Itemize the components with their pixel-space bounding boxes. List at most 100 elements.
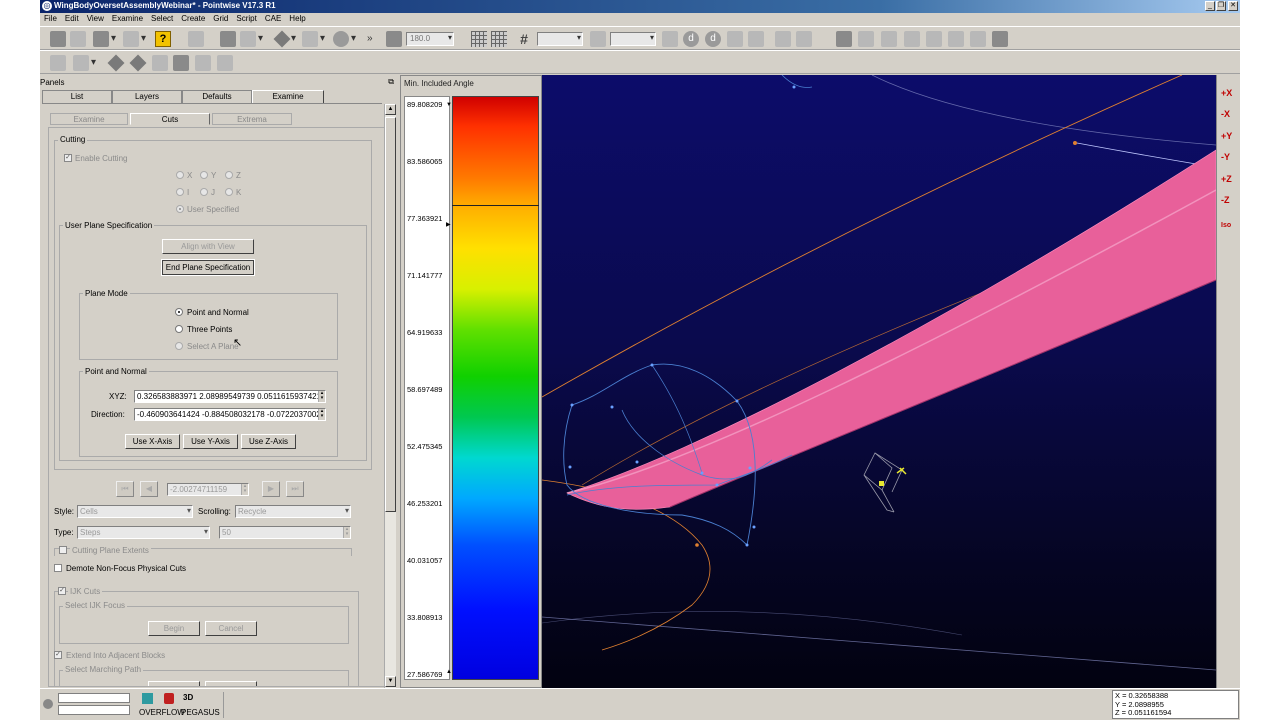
marching-cancel-button[interactable] xyxy=(205,681,257,686)
prev-step-button[interactable]: ◀ xyxy=(140,481,158,497)
create-curve-icon[interactable] xyxy=(220,31,236,47)
pegasus-solver-icon[interactable] xyxy=(164,693,174,704)
point-icon[interactable] xyxy=(107,54,125,72)
direction-spin-icon[interactable]: ▴ ▾ xyxy=(318,409,325,420)
scroll-thumb[interactable] xyxy=(385,117,396,512)
radio-z[interactable] xyxy=(225,171,233,179)
spline-icon[interactable] xyxy=(302,31,318,47)
view-minus-y-button[interactable]: -Y xyxy=(1220,149,1239,166)
solver-icon[interactable] xyxy=(195,55,211,71)
undo-dropdown-icon[interactable]: ▾ xyxy=(111,33,116,44)
size-combo[interactable] xyxy=(610,32,656,46)
cube-icon[interactable] xyxy=(858,31,874,47)
use-x-axis-button[interactable]: Use X-Axis xyxy=(125,434,180,449)
arrow-icon[interactable] xyxy=(970,31,986,47)
panel-scrollbar[interactable]: ▲ ▼ xyxy=(384,104,396,688)
subtab-examine[interactable]: Examine xyxy=(50,113,128,125)
link-icon[interactable] xyxy=(796,31,812,47)
menu-file[interactable]: File xyxy=(40,13,61,23)
view-plus-y-button[interactable]: +Y xyxy=(1220,128,1239,145)
view-iso-button[interactable]: Iso xyxy=(1220,217,1239,234)
menu-view[interactable]: View xyxy=(83,13,108,23)
dimension-3d-label[interactable]: 3D xyxy=(183,693,193,702)
arc-icon[interactable] xyxy=(73,55,89,71)
help-icon[interactable]: ? xyxy=(155,31,171,47)
scrolling-select[interactable]: Recycle xyxy=(235,505,351,518)
view-minus-z-button[interactable]: -Z xyxy=(1220,192,1239,209)
menu-select[interactable]: Select xyxy=(147,13,177,23)
step-value-field[interactable]: -2.00274711159 ▴ ▾ xyxy=(167,483,249,496)
domain-icon[interactable] xyxy=(152,55,168,71)
radio-select-a-plane[interactable] xyxy=(175,342,183,350)
subtab-cuts[interactable]: Cuts xyxy=(130,113,210,125)
angle-combo[interactable]: 180.0 xyxy=(406,32,454,46)
box-dropdown-icon[interactable]: ▾ xyxy=(258,33,263,44)
steps-spin-icon[interactable]: ▴ ▾ xyxy=(343,527,350,538)
cancel-button[interactable]: Cancel xyxy=(205,621,257,636)
radio-y[interactable] xyxy=(200,171,208,179)
mask-icon[interactable] xyxy=(836,31,852,47)
plus-icon[interactable] xyxy=(727,31,743,47)
sphere-dropdown-icon[interactable]: ▾ xyxy=(351,33,356,44)
eraser-icon[interactable] xyxy=(662,31,678,47)
grid-icon[interactable] xyxy=(471,31,487,47)
ijk-cuts-checkbox[interactable]: ✓ xyxy=(58,587,66,595)
use-y-axis-button[interactable]: Use Y-Axis xyxy=(183,434,238,449)
split-icon[interactable] xyxy=(904,31,920,47)
maximize-button[interactable]: ❐ xyxy=(1216,1,1226,11)
view-plus-z-button[interactable]: +Z xyxy=(1220,171,1239,188)
last-step-button[interactable]: ⏭ xyxy=(286,481,304,497)
redo-icon[interactable] xyxy=(123,31,139,47)
threshold-handle-icon[interactable]: ▶ xyxy=(446,221,451,228)
close-button[interactable]: ✕ xyxy=(1228,1,1238,11)
steps-field[interactable]: 50 ▴ ▾ xyxy=(219,526,351,539)
marching-begin-button[interactable] xyxy=(148,681,200,686)
line-icon[interactable] xyxy=(50,55,66,71)
align-with-view-button[interactable]: Align with View xyxy=(162,239,254,254)
menu-script[interactable]: Script xyxy=(232,13,260,23)
delete-icon[interactable] xyxy=(188,31,204,47)
xyz-spin-icon[interactable]: ▴ ▾ xyxy=(318,391,325,402)
threshold-marker[interactable] xyxy=(452,205,539,206)
mesh-icon[interactable] xyxy=(491,31,507,47)
cutting-plane-extents-checkbox[interactable] xyxy=(59,546,67,554)
subtab-extrema[interactable]: Extrema xyxy=(212,113,292,125)
demote-checkbox[interactable] xyxy=(54,564,62,572)
gizmo-handle[interactable] xyxy=(879,481,884,486)
view-minus-x-button[interactable]: -X xyxy=(1220,106,1239,123)
radio-x[interactable] xyxy=(176,171,184,179)
tab-examine[interactable]: Examine xyxy=(252,90,324,103)
begin-button[interactable]: Begin xyxy=(148,621,200,636)
scroll-up-icon[interactable]: ▲ xyxy=(385,104,396,115)
overflow-solver-icon[interactable] xyxy=(142,693,153,704)
tool-icon[interactable] xyxy=(748,31,764,47)
spacing-combo[interactable] xyxy=(537,32,583,46)
tab-list[interactable]: List xyxy=(42,90,112,103)
radio-point-and-normal[interactable] xyxy=(175,308,183,316)
step-spin-icon[interactable]: ▴ ▾ xyxy=(241,484,248,495)
pin-icon[interactable] xyxy=(775,31,791,47)
diamond-icon[interactable] xyxy=(273,30,291,48)
menu-cae[interactable]: CAE xyxy=(261,13,285,23)
more-tools-icon[interactable]: » xyxy=(367,33,373,44)
sphere-icon[interactable] xyxy=(333,31,349,47)
open-icon[interactable] xyxy=(70,31,86,47)
style-select[interactable]: Cells xyxy=(77,505,193,518)
save-icon[interactable] xyxy=(50,31,66,47)
menu-edit[interactable]: Edit xyxy=(61,13,83,23)
extrude-icon[interactable] xyxy=(948,31,964,47)
xyz-field[interactable]: 0.326583883971 2.08989549739 0.051161593… xyxy=(134,390,326,403)
tab-defaults[interactable]: Defaults xyxy=(182,90,252,103)
examine-icon[interactable]: d xyxy=(705,31,721,47)
radio-three-points[interactable] xyxy=(175,325,183,333)
3d-viewport[interactable] xyxy=(542,75,1216,688)
rotate-view-icon[interactable] xyxy=(386,31,402,47)
type-select[interactable]: Steps xyxy=(77,526,210,539)
connector-icon[interactable] xyxy=(129,54,147,72)
info-icon[interactable]: d xyxy=(683,31,699,47)
view-plus-x-button[interactable]: +X xyxy=(1220,85,1239,102)
use-z-axis-button[interactable]: Use Z-Axis xyxy=(241,434,296,449)
menu-grid[interactable]: Grid xyxy=(209,13,232,23)
hash-icon[interactable]: # xyxy=(516,31,532,47)
next-step-button[interactable]: ▶ xyxy=(262,481,280,497)
